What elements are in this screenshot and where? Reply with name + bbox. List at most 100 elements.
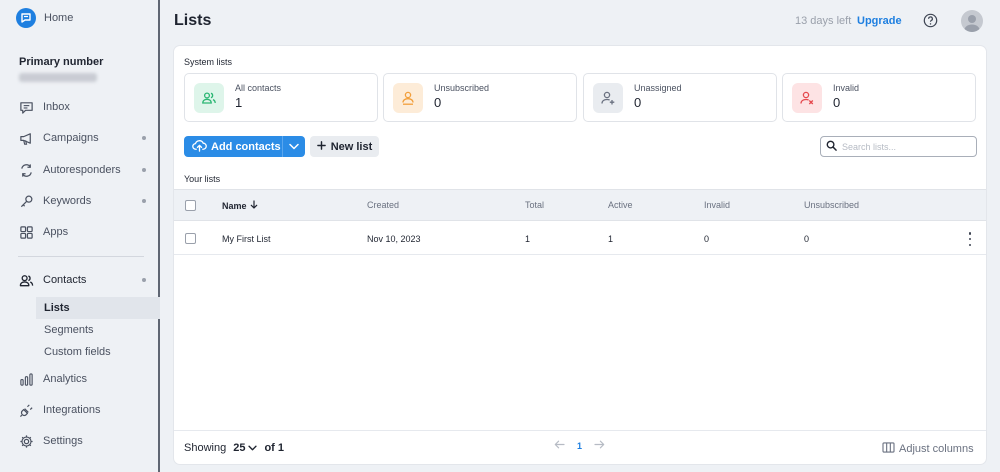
row-actions-kebab-icon[interactable] [966, 232, 974, 246]
table-row[interactable]: My First List Nov 10, 2023 1 1 0 0 [174, 222, 986, 255]
help-icon[interactable] [923, 13, 938, 28]
primary-number-title: Primary number [19, 56, 104, 68]
sidebar-divider [18, 256, 144, 257]
inbox-icon [18, 99, 34, 115]
prev-page-arrow-icon[interactable] [554, 440, 565, 451]
search-input[interactable] [842, 141, 972, 152]
expand-dot-icon [142, 199, 146, 203]
add-contacts-button[interactable]: Add contacts [184, 136, 305, 157]
chevron-down-icon [289, 141, 299, 153]
new-list-button[interactable]: New list [310, 136, 379, 157]
sidebar-subitem-segments[interactable]: Segments [36, 319, 160, 341]
sidebar-item-integrations[interactable]: Integrations [18, 400, 154, 420]
new-list-label: New list [330, 140, 373, 153]
pagination: 1 [554, 440, 605, 451]
sidebar-item-keywords[interactable]: Keywords [18, 191, 154, 211]
cell-created: Nov 10, 2023 [367, 234, 421, 244]
current-page[interactable]: 1 [577, 441, 582, 451]
system-list-count: 0 [434, 95, 442, 110]
unassigned-user-plus-icon [593, 83, 623, 113]
your-lists-title: Your lists [184, 174, 221, 184]
add-contacts-dropdown[interactable] [283, 136, 305, 157]
row-checkbox[interactable] [185, 233, 196, 244]
sort-arrow-down-icon [250, 200, 258, 211]
system-list-count: 0 [833, 95, 841, 110]
analytics-bars-icon [18, 371, 34, 387]
system-list-label: Unassigned [634, 83, 682, 93]
home-link[interactable]: Home [16, 8, 73, 28]
sidebar-item-analytics[interactable]: Analytics [18, 369, 154, 389]
column-header-invalid[interactable]: Invalid [704, 200, 730, 210]
select-all-checkbox[interactable] [185, 200, 196, 211]
adjust-columns-button[interactable]: Adjust columns [882, 442, 974, 456]
next-page-arrow-icon[interactable] [594, 440, 605, 451]
chevron-down-icon [248, 442, 258, 454]
contacts-icon [18, 272, 34, 288]
column-header-created[interactable]: Created [367, 200, 399, 210]
sidebar-item-contacts[interactable]: Contacts [18, 270, 154, 290]
gear-icon [18, 433, 34, 449]
upgrade-link[interactable]: Upgrade [857, 15, 902, 27]
key-icon [18, 193, 34, 209]
column-header-active[interactable]: Active [608, 200, 633, 210]
cell-total: 1 [525, 234, 531, 244]
table-header: Name Created Total Active Invalid Unsubs… [174, 189, 986, 221]
megaphone-icon [18, 130, 34, 146]
autoresponder-icon [18, 162, 34, 178]
sidebar-item-inbox[interactable]: Inbox [18, 97, 154, 117]
page-size-control: Showing 25 of 1 [184, 442, 284, 454]
unsubscribed-icon [393, 83, 423, 113]
showing-label: Showing [184, 442, 227, 454]
primary-number-value-blurred [19, 73, 97, 82]
column-header-label: Name [222, 200, 247, 211]
search-lists[interactable] [820, 136, 977, 157]
expand-dot-icon [142, 168, 146, 172]
sidebar-item-apps[interactable]: Apps [18, 222, 154, 242]
home-label: Home [44, 12, 74, 24]
page-size-select[interactable]: 25 [233, 442, 258, 454]
system-list-label: All contacts [235, 83, 282, 93]
system-list-invalid[interactable]: Invalid 0 [782, 73, 976, 122]
system-list-unsubscribed[interactable]: Unsubscribed 0 [383, 73, 577, 122]
sidebar-item-label: Autoresponders [43, 164, 121, 176]
app-logo-icon [16, 8, 36, 28]
system-list-unassigned[interactable]: Unassigned 0 [583, 73, 777, 122]
cell-unsubscribed: 0 [804, 234, 810, 244]
system-list-label: Invalid [833, 83, 860, 93]
column-header-total[interactable]: Total [525, 200, 544, 210]
sidebar-item-settings[interactable]: Settings [18, 431, 154, 451]
cell-invalid: 0 [704, 234, 710, 244]
sidebar-item-label: Keywords [43, 195, 92, 207]
columns-icon [882, 442, 895, 456]
user-avatar[interactable] [961, 10, 983, 32]
adjust-columns-label: Adjust columns [899, 443, 974, 455]
sidebar-item-campaigns[interactable]: Campaigns [18, 128, 154, 148]
sidebar-item-label: Analytics [43, 373, 88, 385]
sidebar-item-label: Inbox [43, 101, 70, 113]
add-contacts-main[interactable]: Add contacts [184, 136, 282, 157]
invalid-user-x-icon [792, 83, 822, 113]
primary-number: Primary number [19, 56, 103, 82]
plug-icon [18, 402, 34, 418]
page-size-value: 25 [233, 442, 246, 454]
apps-grid-icon [18, 224, 34, 240]
search-icon [826, 140, 837, 154]
sidebar-subitem-custom-fields[interactable]: Custom fields [36, 341, 160, 363]
add-contacts-label: Add contacts [211, 140, 281, 153]
system-list-count: 1 [235, 95, 243, 110]
sidebar: Home Primary number Inbox Campaigns Auto… [0, 0, 160, 472]
sidebar-subitem-lists[interactable]: Lists [36, 297, 160, 319]
sidebar-item-label: Integrations [43, 404, 101, 416]
column-header-unsubscribed[interactable]: Unsubscribed [804, 200, 859, 210]
all-contacts-icon [194, 83, 224, 113]
column-header-name[interactable]: Name [222, 200, 258, 211]
cell-active: 1 [608, 234, 614, 244]
cell-name[interactable]: My First List [222, 234, 271, 244]
system-list-all-contacts[interactable]: All contacts 1 [184, 73, 378, 122]
cloud-upload-icon [192, 139, 207, 155]
system-lists-title: System lists [184, 57, 233, 67]
expand-dot-icon [142, 136, 146, 140]
sidebar-item-label: Settings [43, 435, 83, 447]
sidebar-item-autoresponders[interactable]: Autoresponders [18, 160, 154, 180]
plus-icon [316, 140, 326, 153]
